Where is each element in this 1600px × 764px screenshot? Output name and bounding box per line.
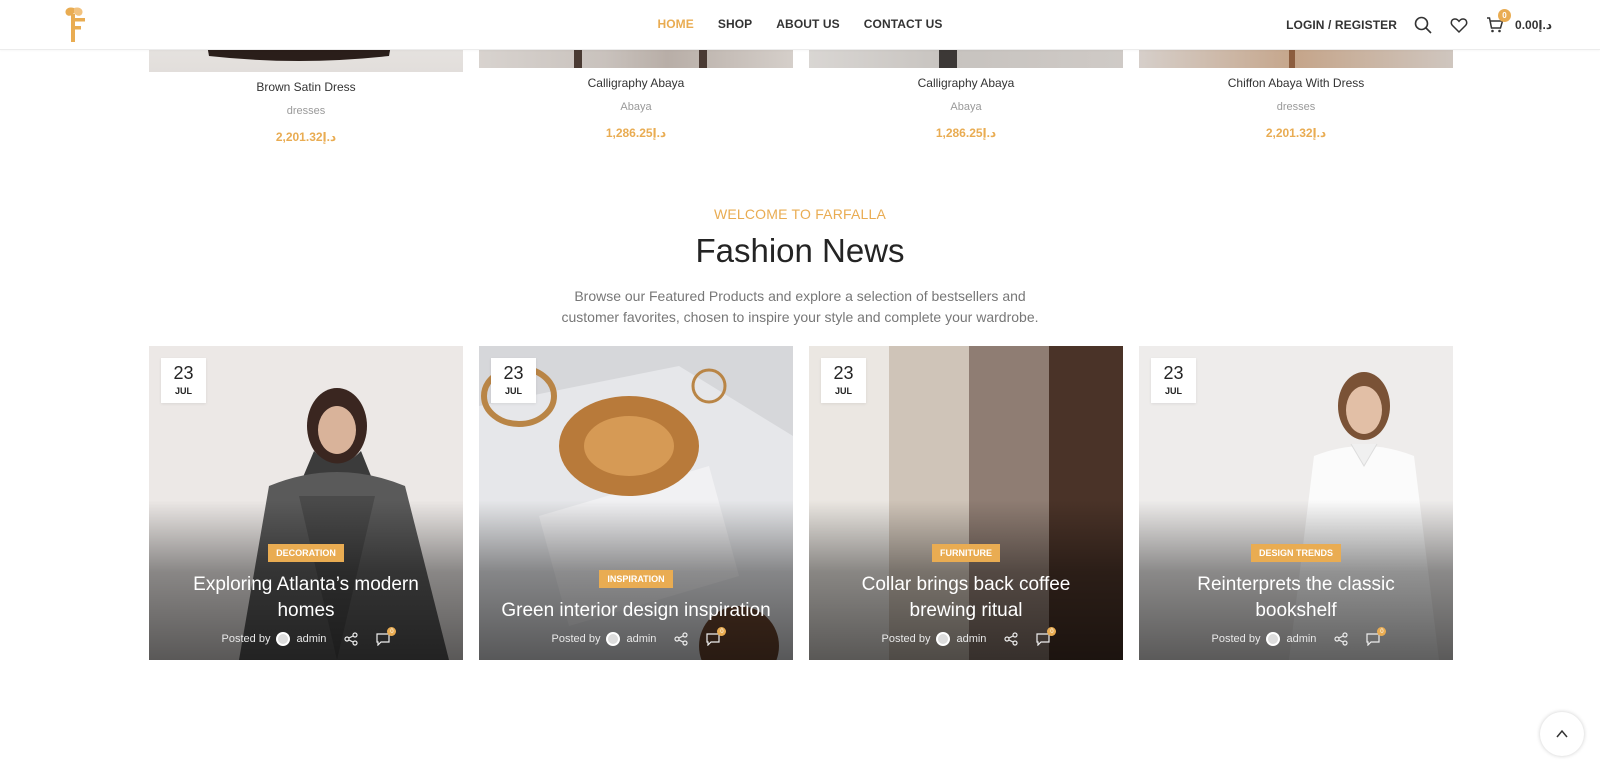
posted-by-label: Posted by	[1211, 633, 1261, 645]
header-actions: LOGIN / REGISTER 0 0.00د.إ	[1286, 0, 1552, 50]
author-avatar	[276, 632, 291, 646]
product-category[interactable]: Abaya	[809, 101, 1123, 113]
post-meta: Posted by admin 0	[479, 627, 793, 646]
author-avatar	[606, 632, 621, 646]
section-subtitle: WELCOME TO FARFALLA	[713, 206, 887, 222]
share-icon[interactable]	[1334, 632, 1349, 646]
section-title: Fashion News	[695, 232, 905, 269]
post-author[interactable]: admin	[626, 633, 656, 645]
product-category[interactable]: dresses	[1139, 101, 1453, 113]
post-author[interactable]: admin	[296, 633, 326, 645]
nav-contact-us[interactable]: CONTACT US	[852, 17, 955, 31]
blog-post-card[interactable]: 23 JUL DESIGN TRENDS Reinterprets the cl…	[1139, 346, 1453, 660]
cart-button[interactable]: 0 0.00د.إ	[1485, 9, 1552, 35]
product-price: 1,286.25د.إ	[605, 126, 667, 140]
comments-icon[interactable]: 0	[706, 627, 727, 646]
blog-post-card[interactable]: 23 JUL INSPIRATION Green interior design…	[479, 346, 793, 660]
comment-count: 0	[387, 627, 397, 636]
comment-count: 0	[1047, 627, 1057, 636]
product-category[interactable]: dresses	[149, 105, 463, 117]
post-date-day: 23	[833, 363, 854, 383]
posted-by-label: Posted by	[221, 633, 271, 645]
product-category[interactable]: Abaya	[479, 101, 793, 113]
wishlist-heart-icon[interactable]	[1449, 15, 1469, 35]
share-icon[interactable]	[674, 632, 689, 646]
search-icon[interactable]	[1413, 15, 1433, 35]
post-date-month: JUL	[1164, 386, 1182, 396]
login-register-link[interactable]: LOGIN / REGISTER	[1286, 18, 1397, 32]
post-title[interactable]: Reinterprets the classic bookshelf	[1139, 572, 1453, 624]
post-date-month: JUL	[174, 386, 192, 396]
share-icon[interactable]	[1004, 632, 1019, 646]
post-date-day: 23	[1163, 363, 1184, 383]
post-date: 23 JUL	[161, 358, 206, 403]
comments-icon[interactable]: 0	[1366, 627, 1387, 646]
post-title[interactable]: Green interior design inspiration	[479, 598, 793, 624]
cart-count-badge: 0	[1498, 9, 1512, 22]
post-meta: Posted by admin 0	[1139, 627, 1453, 646]
post-meta: Posted by admin 0	[149, 627, 463, 646]
post-meta: Posted by admin 0	[809, 627, 1123, 646]
post-date-month: JUL	[504, 386, 522, 396]
post-title[interactable]: Exploring Atlanta’s modern homes	[149, 572, 463, 624]
nav-about-us[interactable]: ABOUT US	[764, 17, 851, 31]
scroll-to-top-button[interactable]	[1540, 712, 1584, 756]
post-date: 23 JUL	[491, 358, 536, 403]
comment-count: 0	[1377, 627, 1387, 636]
post-title[interactable]: Collar brings back coffee brewing ritual	[809, 572, 1123, 624]
chevron-up-icon	[1556, 729, 1568, 738]
post-date-month: JUL	[834, 386, 852, 396]
post-category-badge[interactable]: INSPIRATION	[599, 570, 673, 588]
section-description: Browse our Featured Products and explore…	[561, 288, 1039, 325]
cart-total: 0.00د.إ	[1515, 18, 1552, 32]
author-avatar	[936, 632, 951, 646]
posted-by-label: Posted by	[551, 633, 601, 645]
blog-post-card[interactable]: 23 JUL DECORATION Exploring Atlanta’s mo…	[149, 346, 463, 660]
product-price: 2,201.32د.إ	[1265, 126, 1327, 140]
comments-icon[interactable]: 0	[376, 627, 397, 646]
product-price: 1,286.25د.إ	[935, 126, 997, 140]
site-header: HOME SHOP ABOUT US CONTACT US LOGIN / RE…	[0, 0, 1600, 50]
product-price: 2,201.32د.إ	[275, 130, 337, 144]
comments-icon[interactable]: 0	[1036, 627, 1057, 646]
post-date: 23 JUL	[821, 358, 866, 403]
comment-count: 0	[717, 627, 727, 636]
post-category-badge[interactable]: DESIGN TRENDS	[1250, 544, 1341, 562]
post-date-day: 23	[173, 363, 194, 383]
product-name[interactable]: Calligraphy Abaya	[479, 76, 793, 90]
cart-icon: 0	[1485, 9, 1512, 35]
post-author[interactable]: admin	[1286, 633, 1316, 645]
post-author[interactable]: admin	[956, 633, 986, 645]
post-date-day: 23	[503, 363, 524, 383]
nav-home[interactable]: HOME	[645, 17, 705, 31]
product-name[interactable]: Chiffon Abaya With Dress	[1139, 76, 1453, 90]
post-category-badge[interactable]: DECORATION	[268, 544, 344, 562]
post-category-badge[interactable]: FURNITURE	[932, 544, 1000, 562]
product-name[interactable]: Calligraphy Abaya	[809, 76, 1123, 90]
share-icon[interactable]	[344, 632, 359, 646]
nav-shop[interactable]: SHOP	[706, 17, 764, 31]
posted-by-label: Posted by	[881, 633, 931, 645]
product-name[interactable]: Brown Satin Dress	[149, 80, 463, 94]
post-date: 23 JUL	[1151, 358, 1196, 403]
author-avatar	[1266, 632, 1281, 646]
blog-post-card[interactable]: 23 JUL FURNITURE Collar brings back coff…	[809, 346, 1123, 660]
